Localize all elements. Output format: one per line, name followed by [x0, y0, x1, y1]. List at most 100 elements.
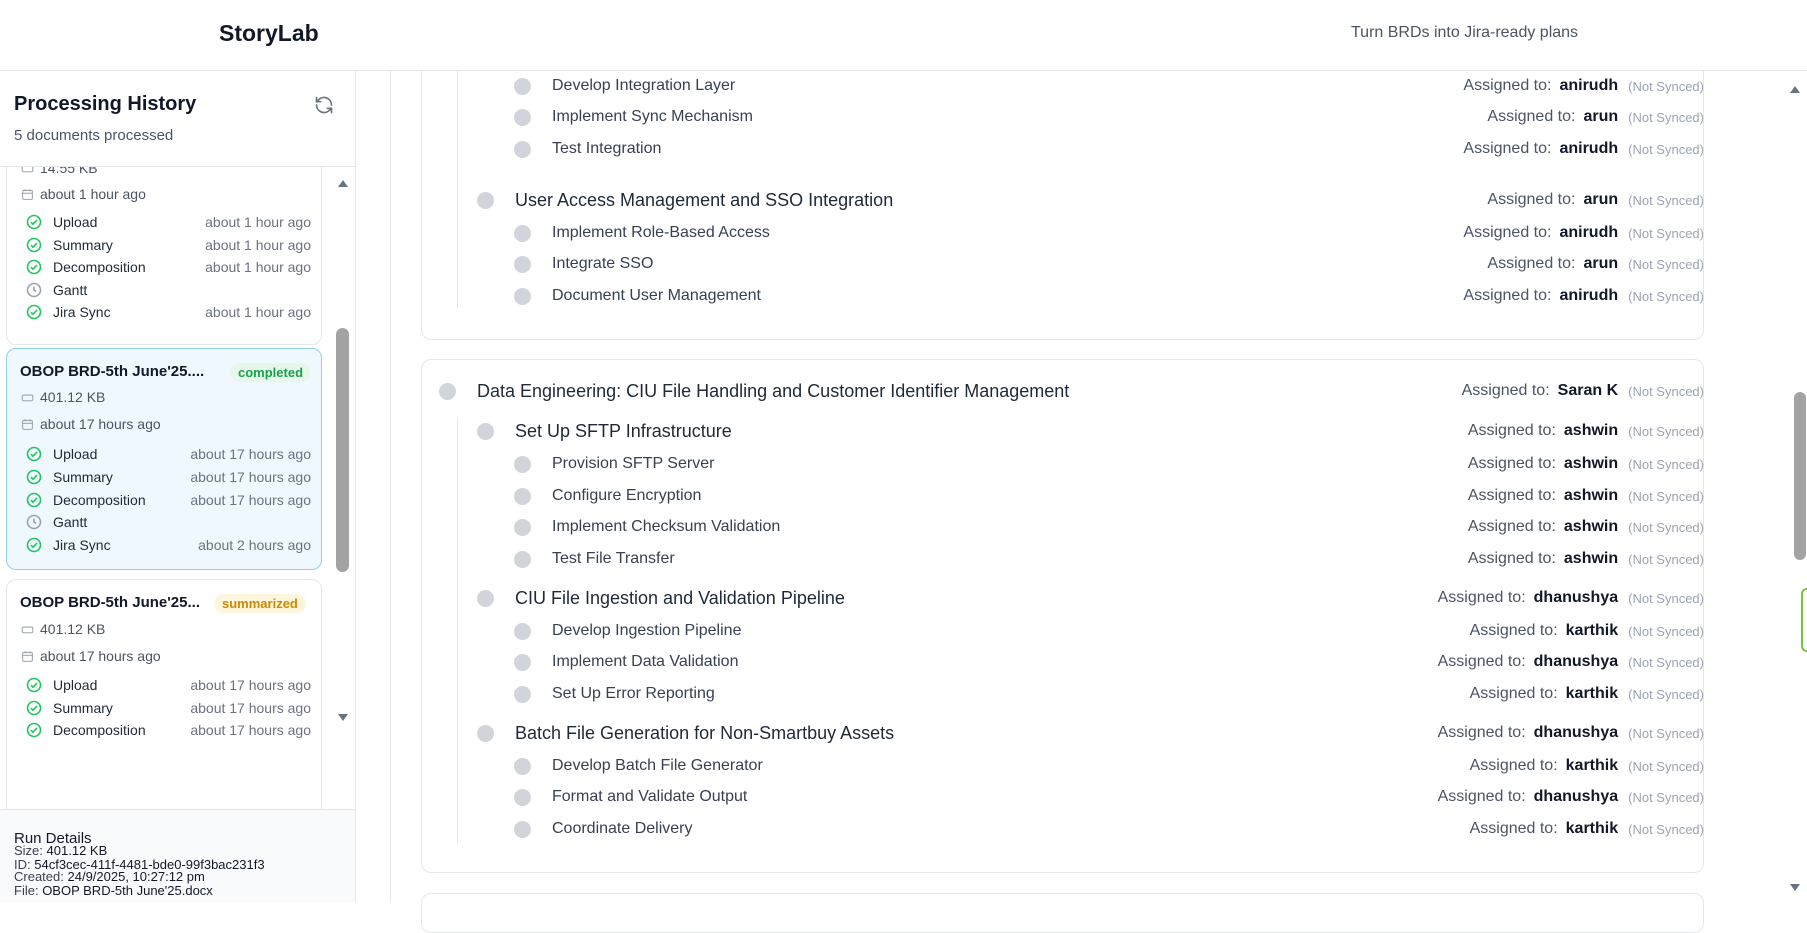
- status-dot-icon[interactable]: [477, 589, 494, 607]
- brand-logo-text[interactable]: StoryLab: [219, 20, 319, 47]
- main-scroll-thumb[interactable]: [1794, 392, 1806, 560]
- assignment: Assigned to: dhanushya (Not Synced): [1438, 650, 1704, 674]
- tree-guide-line: [457, 418, 458, 843]
- check-circle-icon: [26, 237, 42, 253]
- assignee-name[interactable]: ashwin: [1564, 422, 1618, 440]
- assignee-name[interactable]: ashwin: [1564, 455, 1618, 473]
- assignment: Assigned to: dhanushya (Not Synced): [1438, 785, 1704, 809]
- story-row[interactable]: Set Up SFTP Infrastructure Assigned to: as…: [477, 419, 1704, 443]
- sync-status: (Not Synced): [1628, 456, 1704, 472]
- sync-status: (Not Synced): [1628, 383, 1704, 399]
- history-card[interactable]: 14.55 KB about 1 hour ago Upload about 1 …: [6, 167, 322, 345]
- item-title: Coordinate Delivery: [552, 820, 693, 837]
- step-gantt: Gantt: [21, 281, 311, 301]
- assignee-name[interactable]: karthik: [1566, 757, 1618, 775]
- assigned-label: Assigned to:: [1437, 589, 1526, 606]
- assignee-name[interactable]: ashwin: [1564, 487, 1618, 505]
- assignee-name[interactable]: karthik: [1566, 820, 1618, 838]
- step-summary: Summary about 17 hours ago: [21, 699, 311, 719]
- task-row[interactable]: Format and Validate Output Assigned to: dh…: [514, 785, 1704, 809]
- assignee-name[interactable]: dhanushya: [1534, 724, 1618, 742]
- task-row[interactable]: Develop Batch File Generator Assigned to:…: [514, 754, 1704, 778]
- status-dot-icon[interactable]: [514, 653, 531, 671]
- assigned-label: Assigned to:: [1467, 422, 1556, 439]
- status-dot-icon[interactable]: [514, 455, 531, 473]
- created-time: about 1 hour ago: [21, 186, 146, 202]
- history-card[interactable]: OBOP BRD-5th June'25... summarized 401.1…: [6, 579, 322, 809]
- step-summary: Summary about 1 hour ago: [21, 236, 311, 256]
- calendar-icon: [22, 418, 33, 430]
- assignee-name[interactable]: Saran K: [1558, 382, 1618, 400]
- sync-status: (Not Synced): [1628, 488, 1704, 504]
- task-row[interactable]: Set Up Error Reporting Assigned to: karthi…: [514, 682, 1704, 706]
- story-row[interactable]: Batch File Generation for Non-Smartbuy A…: [477, 721, 1704, 745]
- status-dot-icon[interactable]: [514, 487, 531, 505]
- scroll-down-arrow-icon[interactable]: [337, 713, 349, 723]
- scroll-up-arrow-icon[interactable]: [337, 178, 349, 188]
- task-row[interactable]: Implement Data Validation Assigned to: dha…: [514, 650, 1704, 674]
- sync-status: (Not Synced): [1628, 551, 1704, 567]
- step-summary: Summary about 17 hours ago: [21, 468, 311, 488]
- assignee-name[interactable]: dhanushya: [1534, 653, 1618, 671]
- scroll-down-arrow-icon[interactable]: [1789, 883, 1801, 893]
- refresh-icon[interactable]: [314, 95, 334, 115]
- assignment: Assigned to: ashwin (Not Synced): [1468, 515, 1704, 539]
- sync-status: (Not Synced): [1628, 758, 1704, 774]
- check-circle-icon: [26, 492, 42, 508]
- history-list[interactable]: 14.55 KB about 1 hour ago Upload about 1 …: [0, 166, 355, 809]
- task-row[interactable]: Implement Checksum Validation Assigned to…: [514, 515, 1704, 539]
- calendar-icon: [22, 188, 33, 200]
- task-row[interactable]: Provision SFTP Server Assigned to: ashwin (…: [514, 452, 1704, 476]
- status-dot-icon[interactable]: [514, 518, 531, 536]
- epic-row[interactable]: Data Engineering: CIU File Handling and …: [439, 379, 1704, 403]
- assignment: Assigned to: ashwin (Not Synced): [1468, 484, 1704, 508]
- scroll-up-arrow-icon[interactable]: [1789, 84, 1801, 94]
- sync-status: (Not Synced): [1628, 686, 1704, 702]
- status-dot-icon[interactable]: [514, 757, 531, 775]
- status-dot-icon[interactable]: [514, 820, 531, 838]
- assignment: Assigned to: karthik (Not Synced): [1470, 817, 1704, 841]
- side-drawer-tab[interactable]: [1801, 588, 1807, 652]
- status-dot-icon[interactable]: [514, 550, 531, 568]
- drive-icon: [21, 167, 34, 172]
- status-dot-icon[interactable]: [514, 685, 531, 703]
- item-title: Develop Ingestion Pipeline: [552, 622, 742, 639]
- task-row[interactable]: Develop Ingestion Pipeline Assigned to: ka…: [514, 619, 1704, 643]
- created-time: about 17 hours ago: [21, 648, 161, 664]
- sync-status: (Not Synced): [1628, 654, 1704, 670]
- status-dot-icon[interactable]: [514, 788, 531, 806]
- assigned-label: Assigned to:: [1467, 455, 1556, 472]
- task-row[interactable]: Test File Transfer Assigned to: ashwin (Not…: [514, 547, 1704, 571]
- assignment: Assigned to: ashwin (Not Synced): [1468, 547, 1704, 571]
- sync-status: (Not Synced): [1628, 789, 1704, 805]
- task-row[interactable]: Configure Encryption Assigned to: ashwin (N…: [514, 484, 1704, 508]
- step-jira-sync: Jira Sync about 2 hours ago: [21, 536, 311, 556]
- clock-icon: [26, 514, 42, 530]
- assignee-name[interactable]: ashwin: [1564, 550, 1618, 568]
- item-title: Set Up Error Reporting: [552, 685, 715, 702]
- assignment: Assigned to: karthik (Not Synced): [1470, 754, 1704, 778]
- sync-status: (Not Synced): [1628, 623, 1704, 639]
- sidebar-subtitle: 5 documents processed: [14, 127, 174, 144]
- status-dot-icon[interactable]: [477, 422, 494, 440]
- assignee-name[interactable]: karthik: [1566, 685, 1618, 703]
- check-circle-icon: [26, 304, 42, 320]
- task-row[interactable]: Coordinate Delivery Assigned to: karthik (N…: [514, 817, 1704, 841]
- sync-status: (Not Synced): [1628, 821, 1704, 837]
- check-circle-icon: [26, 469, 42, 485]
- status-dot-icon[interactable]: [477, 724, 494, 742]
- created-time: about 17 hours ago: [21, 416, 161, 432]
- assignee-name[interactable]: dhanushya: [1534, 589, 1618, 607]
- assignee-name[interactable]: dhanushya: [1534, 788, 1618, 806]
- story-row[interactable]: CIU File Ingestion and Validation Pipeli…: [477, 586, 1704, 610]
- assignment: Assigned to: karthik (Not Synced): [1470, 619, 1704, 643]
- sidebar-scroll-thumb[interactable]: [336, 328, 349, 572]
- assignee-name[interactable]: karthik: [1566, 622, 1618, 640]
- status-dot-icon[interactable]: [439, 382, 456, 400]
- step-gantt: Gantt: [21, 513, 311, 533]
- assignee-name[interactable]: ashwin: [1564, 518, 1618, 536]
- file-size: 401.12 KB: [21, 621, 105, 637]
- status-dot-icon[interactable]: [514, 622, 531, 640]
- header-tagline: Turn BRDs into Jira-ready plans: [1351, 24, 1579, 41]
- history-card-active[interactable]: OBOP BRD-5th June'25.... completed 401.1…: [6, 348, 322, 570]
